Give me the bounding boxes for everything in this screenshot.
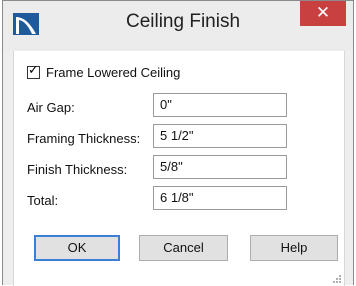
cancel-button[interactable]: Cancel <box>139 235 228 261</box>
air-gap-input[interactable]: 0" <box>153 93 287 117</box>
frame-lowered-ceiling-checkbox[interactable]: ✓ <box>27 63 40 79</box>
finish-thickness-label: Finish Thickness: <box>27 162 128 177</box>
close-button[interactable]: ✕ <box>300 1 346 26</box>
air-gap-label: Air Gap: <box>27 100 75 115</box>
resize-grip-icon[interactable] <box>331 273 341 283</box>
dialog-body: ✓ Frame Lowered Ceiling Air Gap: 0" Fram… <box>13 51 345 286</box>
title-bar[interactable]: Ceiling Finish ✕ <box>3 1 353 51</box>
close-icon: ✕ <box>315 3 331 23</box>
frame-lowered-ceiling-label: Frame Lowered Ceiling <box>46 65 181 80</box>
framing-thickness-input[interactable]: 5 1/2" <box>153 124 287 148</box>
ok-button[interactable]: OK <box>34 235 120 261</box>
framing-thickness-label: Framing Thickness: <box>27 131 141 146</box>
total-label: Total: <box>27 193 59 208</box>
total-input[interactable]: 6 1/8" <box>153 186 287 210</box>
finish-thickness-input[interactable]: 5/8" <box>153 155 287 179</box>
help-button[interactable]: Help <box>250 235 338 261</box>
ceiling-finish-dialog: Ceiling Finish ✕ ✓ Frame Lowered Ceiling… <box>2 0 354 286</box>
frame-lowered-ceiling-option[interactable]: ✓ Frame Lowered Ceiling <box>27 63 181 80</box>
checkmark-icon: ✓ <box>28 63 39 78</box>
